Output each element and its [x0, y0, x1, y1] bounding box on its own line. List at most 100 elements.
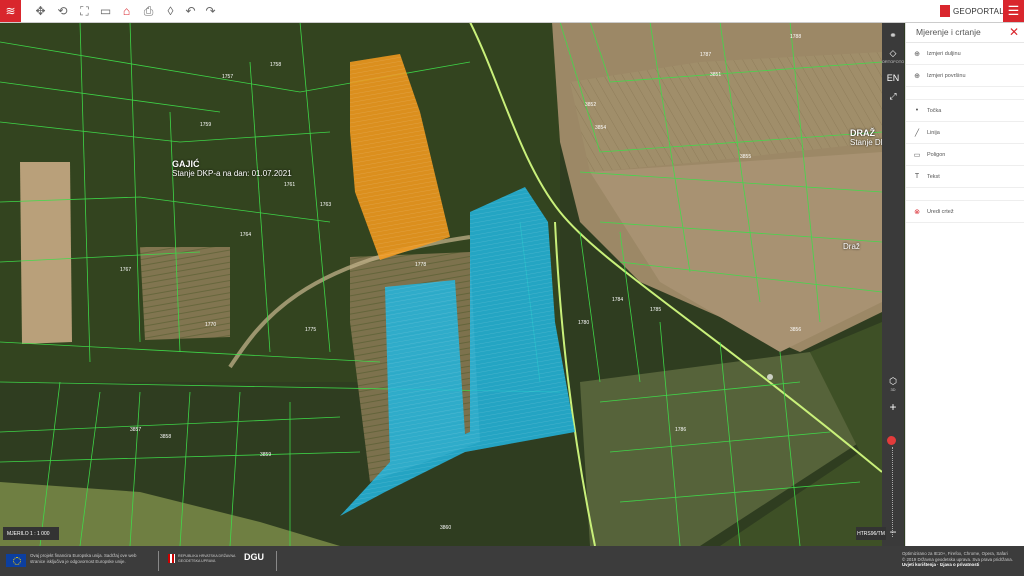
measure-length-item[interactable]: ⊕ Izmjeri duljinu [906, 43, 1024, 65]
link-button[interactable]: ⚭ [882, 26, 904, 44]
edit-drawing-item[interactable]: ⊗ Uredi crtež [906, 201, 1024, 223]
browser-info: Optimizirano za IE10+, Firefox, Chrome, … [902, 551, 1013, 567]
map-tools-strip: ⚭ ◇ ORTOFOTO EN ⤢ ⬡ 3D + − [882, 22, 904, 546]
place-label-gajic: GAJIĆ Stanje DKP-a na dan: 01.07.2021 [172, 159, 292, 178]
parcel-number: 3860 [440, 525, 452, 531]
rh-dgu-credit: REPUBLIKA HRVATSKA DRŽAVNA GEODETSKA UPR… [168, 554, 248, 564]
measure-area-item[interactable]: ⊕ Izmjeri površinu [906, 65, 1024, 87]
draw-line-item[interactable]: ╱ Linija [906, 122, 1024, 144]
footer-divider [158, 551, 159, 571]
language-toggle[interactable]: EN [882, 70, 904, 86]
layers-button[interactable]: ≋ [0, 0, 21, 22]
pan-icon: ✥ [35, 4, 46, 18]
parcel-number: 3855 [740, 154, 752, 160]
projection-indicator[interactable]: HTRS96/TM [856, 527, 886, 540]
geoportal-logo[interactable]: GEOPORTAL [940, 2, 1004, 20]
panel-title: Mjerenje i crtanje [916, 27, 981, 37]
redo-button[interactable]: ↷ [200, 0, 221, 22]
panel-separator [906, 87, 1024, 100]
map-canvas[interactable]: GAJIĆ Stanje DKP-a na dan: 01.07.2021 DR… [0, 22, 882, 546]
parcel-number: 3857 [130, 427, 142, 433]
parcel-number: 1770 [205, 322, 217, 328]
eu-flag-icon [6, 554, 26, 567]
fullscreen-icon: ⛶ [80, 3, 89, 18]
menu-button[interactable]: ☰ [1003, 0, 1024, 22]
map-pin-button[interactable]: ◊ [160, 0, 181, 22]
undo-button[interactable]: ↶ [180, 0, 201, 22]
map-imagery [0, 22, 882, 546]
cube-icon: ⬡ [889, 376, 897, 386]
panel-header: Mjerenje i crtanje ✕ [906, 22, 1024, 43]
link-icon: ⚭ [889, 29, 897, 40]
print-button[interactable]: ⎙ [138, 0, 159, 22]
draw-point-item[interactable]: • Točka [906, 100, 1024, 122]
parcel-number: 1786 [675, 427, 687, 433]
orthophoto-toggle[interactable]: ◇ ORTOFOTO [882, 46, 904, 66]
redo-icon: ↷ [205, 4, 216, 18]
undo-icon: ↶ [185, 4, 196, 18]
edit-icon: ⊗ [914, 208, 920, 216]
footer: Ovaj projekt financira Europska unija. S… [0, 546, 1024, 576]
parcel-number: 1784 [612, 297, 624, 303]
line-icon: ╱ [914, 129, 920, 137]
ruler-icon: ⊕ [914, 50, 920, 58]
hamburger-icon: ☰ [1007, 3, 1020, 18]
polygon-icon: ▭ [913, 151, 921, 159]
close-icon[interactable]: ✕ [1009, 25, 1019, 39]
zoom-in-button[interactable]: + [882, 400, 904, 414]
measure-draw-panel: Mjerenje i crtanje ✕ ⊕ Izmjeri duljinu ⊕ I… [905, 22, 1024, 546]
text-icon: T [914, 173, 920, 180]
draw-text-item[interactable]: T Tekst [906, 166, 1024, 188]
zoom-slider[interactable] [892, 447, 895, 537]
expand-button[interactable]: ⤢ [882, 88, 904, 104]
parcel-number: 1775 [305, 327, 317, 333]
select-rect-button[interactable]: ▭ [95, 0, 116, 22]
pan-button[interactable]: ✥ [30, 0, 51, 22]
print-icon: ⎙ [143, 3, 154, 18]
map-pin-icon: ◊ [167, 4, 174, 18]
refresh-button[interactable]: ⟲ [52, 0, 73, 22]
eu-funding-text: Ovaj projekt financira Europska unija. S… [30, 553, 137, 564]
fullscreen-button[interactable]: ⛶ [74, 0, 95, 22]
parcel-number: 3859 [260, 452, 272, 458]
parcel-number: 1767 [120, 267, 132, 273]
parcel-number: 1758 [270, 62, 282, 68]
expand-icon: ⤢ [889, 90, 897, 101]
panel-separator [906, 188, 1024, 201]
parcel-number: 1761 [284, 182, 296, 188]
geoportal-logo-icon [940, 5, 950, 17]
parcel-number: 3851 [710, 72, 722, 78]
measure-tag-button[interactable]: ⌂ [116, 0, 137, 22]
parcel-number: 3852 [585, 102, 597, 108]
croatia-shield-icon [168, 554, 175, 563]
parcel-number: 1757 [222, 74, 234, 80]
terms-link[interactable]: Uvjeti korištenja · Izjava o privatnosti [902, 562, 979, 567]
layers-stack-icon: ◇ [889, 48, 897, 58]
parcel-number: 1763 [320, 202, 332, 208]
scale-indicator[interactable]: MJERILO 1 : 1 000 [3, 527, 59, 540]
layers-icon: ≋ [5, 4, 16, 18]
parcel-number: 1788 [790, 34, 802, 40]
threed-button[interactable]: ⬡ 3D [882, 374, 904, 394]
top-toolbar: ≋ ✥ ⟲ ⛶ ▭ ⌂ ⎙ ◊ ↶ ↷ GEOPORTAL ☰ [0, 0, 1024, 23]
measure-tag-icon: ⌂ [122, 4, 131, 18]
parcel-number: 3854 [595, 125, 607, 131]
refresh-icon: ⟲ [57, 4, 68, 18]
place-label-draz-small: Draž [843, 242, 860, 251]
parcel-number: 3858 [160, 434, 172, 440]
draw-polygon-item[interactable]: ▭ Poligon [906, 144, 1024, 166]
parcel-number: 1787 [700, 52, 712, 58]
zoom-slider-handle[interactable] [887, 436, 896, 445]
dgu-logo: DGU [244, 552, 264, 562]
parcel-number: 1778 [415, 262, 427, 268]
parcel-number: 1785 [650, 307, 662, 313]
area-icon: ⊕ [914, 72, 920, 80]
parcel-number: 3856 [790, 327, 802, 333]
parcel-number: 1780 [578, 320, 590, 326]
parcel-number: 1764 [240, 232, 252, 238]
brand-label: GEOPORTAL [953, 6, 1004, 16]
place-label-draz: DRAŽ Stanje DKP-a na dan [850, 128, 882, 147]
footer-divider [276, 551, 277, 571]
select-rect-icon: ▭ [99, 4, 112, 18]
point-icon: • [915, 107, 919, 114]
